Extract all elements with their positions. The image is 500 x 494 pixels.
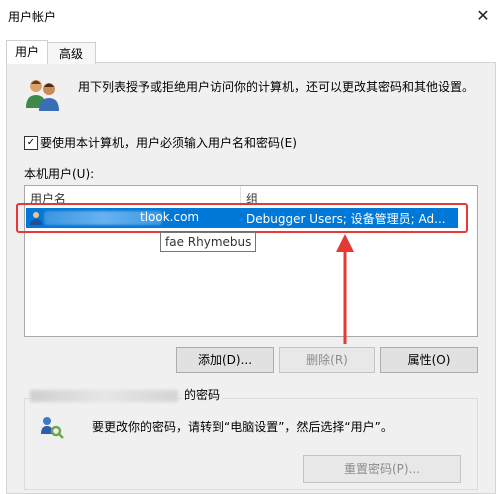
remove-user-button[interactable]: 删除(R) bbox=[279, 347, 375, 373]
add-user-button[interactable]: 添加(D)... bbox=[176, 347, 274, 373]
key-user-icon bbox=[41, 417, 64, 439]
users-description: 用下列表授予或拒绝用户访问你的计算机，还可以更改其密码和其他设置。 bbox=[78, 80, 475, 94]
close-button[interactable]: ✕ bbox=[468, 2, 498, 30]
password-description: 要更改你的密码，请转到“电脑设置”，然后选择“用户”。 bbox=[92, 420, 393, 434]
tab-advanced[interactable]: 高级 bbox=[46, 42, 96, 64]
users-icon bbox=[26, 80, 59, 111]
require-login-label[interactable]: 要使用本计算机，用户必须输入用户名和密码(E) bbox=[40, 134, 297, 151]
username-tooltip: fae Rhymebus bbox=[160, 232, 257, 252]
tab-users[interactable]: 用户 bbox=[6, 40, 48, 64]
close-icon: ✕ bbox=[476, 6, 490, 25]
properties-button[interactable]: 属性(O) bbox=[380, 347, 478, 373]
annotation-arrow-icon bbox=[336, 234, 354, 344]
local-users-label: 本机用户(U): bbox=[24, 167, 95, 181]
redacted-account-name-blur bbox=[30, 390, 178, 402]
check-icon: ✓ bbox=[26, 137, 36, 148]
require-login-checkbox[interactable]: ✓ bbox=[24, 136, 38, 150]
reset-password-button[interactable]: 重置密码(P)... bbox=[303, 455, 461, 483]
title-bar bbox=[0, 0, 500, 32]
window-title: 用户帐户 bbox=[8, 10, 57, 24]
password-section-title: 的密码 bbox=[182, 386, 223, 403]
annotation-highlight-box bbox=[16, 203, 468, 233]
